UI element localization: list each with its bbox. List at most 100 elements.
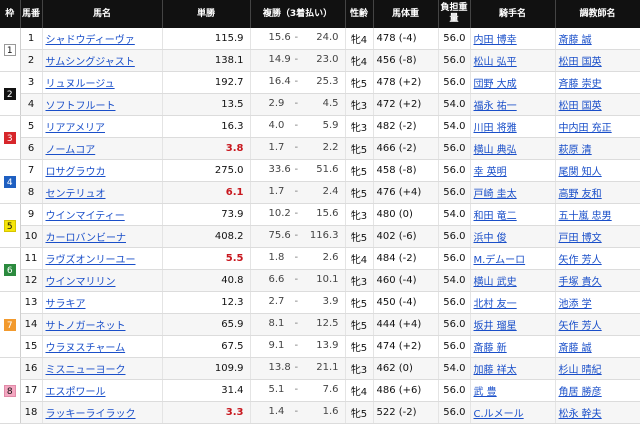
body-weight: 402 (-6) xyxy=(373,225,439,248)
horse-name-link[interactable]: ラヴズオンリーユー xyxy=(46,255,136,266)
jockey-link[interactable]: 武 豊 xyxy=(474,387,497,398)
body-weight: 466 (-2) xyxy=(373,137,439,160)
trainer-link[interactable]: 高野 友和 xyxy=(559,189,602,200)
jockey-link[interactable]: M.デムーロ xyxy=(474,255,526,266)
jockey-link[interactable]: 幸 英明 xyxy=(474,167,507,178)
horse-name-link[interactable]: ミスニューヨーク xyxy=(46,365,126,376)
waku-cell: 3 xyxy=(0,115,21,160)
place-odds: 75.6-116.3 xyxy=(250,225,346,248)
jockey-link[interactable]: 福永 祐一 xyxy=(474,101,517,112)
place-odds-separator: - xyxy=(294,98,299,109)
burden-weight: 56.0 xyxy=(438,225,471,248)
horse-number: 4 xyxy=(20,93,43,116)
trainer-link[interactable]: 松永 幹夫 xyxy=(559,409,602,420)
jockey-link[interactable]: 川田 将雅 xyxy=(474,123,517,134)
burden-weight: 56.0 xyxy=(438,379,471,402)
trainer-link[interactable]: 矢作 芳人 xyxy=(559,255,602,266)
header-win-odds: 単勝 xyxy=(162,0,251,28)
jockey-link[interactable]: 横山 武史 xyxy=(474,277,517,288)
trainer-link[interactable]: 五十嵐 忠男 xyxy=(559,211,612,222)
trainer-link[interactable]: 杉山 晴紀 xyxy=(559,365,602,376)
horse-number: 7 xyxy=(20,159,43,182)
jockey-link[interactable]: 北村 友一 xyxy=(474,299,517,310)
trainer-link[interactable]: 松田 国英 xyxy=(559,101,602,112)
horse-name-link[interactable]: サラキア xyxy=(46,299,86,310)
waku-cell: 6 xyxy=(0,247,21,292)
jockey-link[interactable]: 加藤 祥太 xyxy=(474,365,517,376)
header-horse-name: 馬名 xyxy=(42,0,163,28)
horse-name-link[interactable]: ソフトフルート xyxy=(46,101,116,112)
horse-number: 3 xyxy=(20,71,43,94)
sex-age: 牝5 xyxy=(345,159,374,182)
horse-name-link[interactable]: ロサグラウカ xyxy=(46,167,106,178)
jockey-link[interactable]: 斎藤 新 xyxy=(474,343,507,354)
jockey-link[interactable]: 和田 竜二 xyxy=(474,211,517,222)
trainer-link[interactable]: 斉藤 崇史 xyxy=(559,79,602,90)
horse-name-link[interactable]: エスポワール xyxy=(46,387,106,398)
win-odds: 31.4 xyxy=(162,379,251,402)
jockey-link[interactable]: 横山 典弘 xyxy=(474,145,517,156)
trainer-link[interactable]: 池添 学 xyxy=(559,299,592,310)
table-header-row: 枠 馬番 馬名 単勝 複勝（3着払い） 性齢 馬体重 負担重量 騎手名 調教師名 xyxy=(0,0,640,28)
jockey-link[interactable]: 浜中 俊 xyxy=(474,233,507,244)
horse-name-link[interactable]: ウインマイティー xyxy=(46,211,125,222)
jockey-link[interactable]: C.ルメール xyxy=(474,409,524,420)
jockey-link[interactable]: 松山 弘平 xyxy=(474,57,517,68)
win-odds: 67.5 xyxy=(162,335,251,358)
horse-name-link[interactable]: カーロバンビーナ xyxy=(46,233,127,244)
jockey-link[interactable]: 坂井 瑠星 xyxy=(474,321,517,332)
sex-age: 牝5 xyxy=(345,71,374,94)
trainer-link[interactable]: 手塚 貴久 xyxy=(559,277,602,288)
trainer-link[interactable]: 矢作 芳人 xyxy=(559,321,602,332)
trainer-link[interactable]: 戸田 博文 xyxy=(559,233,602,244)
place-odds-separator: - xyxy=(294,186,299,197)
horse-name-link[interactable]: サムシングジャスト xyxy=(46,57,135,68)
trainer-link[interactable]: 斎藤 誠 xyxy=(559,35,592,46)
trainer-link[interactable]: 尾関 知人 xyxy=(559,167,602,178)
horse-name-link[interactable]: ラッキーライラック xyxy=(46,409,136,420)
horse-name-link[interactable]: シャドウディーヴァ xyxy=(46,35,135,46)
body-weight: 472 (+2) xyxy=(373,93,439,116)
horse-name-link[interactable]: リュヌルージュ xyxy=(46,79,115,90)
jockey-link[interactable]: 内田 博幸 xyxy=(474,35,517,46)
trainer-link[interactable]: 萩原 清 xyxy=(559,145,592,156)
body-weight: 478 (+2) xyxy=(373,71,439,94)
horse-number: 5 xyxy=(20,115,43,138)
place-odds-high: 4.5 xyxy=(322,98,339,109)
horse-name-link[interactable]: ノームコア xyxy=(46,145,96,156)
trainer-link[interactable]: 松田 国英 xyxy=(559,57,602,68)
place-odds-high: 116.3 xyxy=(309,230,339,241)
body-weight: 522 (-2) xyxy=(373,401,439,424)
burden-weight: 56.0 xyxy=(438,137,471,160)
win-odds: 3.8 xyxy=(162,137,251,160)
place-odds-separator: - xyxy=(294,340,299,351)
sex-age: 牝5 xyxy=(345,401,374,424)
place-odds: 13.8- 21.1 xyxy=(250,357,346,380)
horse-number: 10 xyxy=(20,225,43,248)
waku-badge: 2 xyxy=(3,87,16,100)
place-odds-high: 12.5 xyxy=(316,318,339,329)
jockey-link[interactable]: 団野 大成 xyxy=(474,79,517,90)
horse-name-link[interactable]: センテリュオ xyxy=(46,189,106,200)
trainer-link[interactable]: 斎藤 誠 xyxy=(559,343,592,354)
waku-badge: 6 xyxy=(3,263,16,276)
jockey-link[interactable]: 戸崎 圭太 xyxy=(474,189,517,200)
waku-cell: 5 xyxy=(0,203,21,248)
horse-name-link[interactable]: ウラヌスチャーム xyxy=(46,343,126,354)
place-odds-low: 10.2 xyxy=(268,208,291,219)
sex-age: 牝3 xyxy=(345,93,374,116)
horse-name-link[interactable]: サトノガーネット xyxy=(46,321,126,332)
sex-age: 牝4 xyxy=(345,28,374,50)
body-weight: 458 (-8) xyxy=(373,159,439,182)
horse-name-link[interactable]: リアアメリア xyxy=(46,123,106,134)
sex-age: 牝5 xyxy=(345,181,374,204)
horse-name-link[interactable]: ウインマリリン xyxy=(46,277,116,288)
sex-age: 牝3 xyxy=(345,115,374,138)
trainer-link[interactable]: 角居 勝彦 xyxy=(559,387,602,398)
place-odds-separator: - xyxy=(294,230,299,241)
trainer-link[interactable]: 中内田 充正 xyxy=(559,123,612,134)
place-odds-separator: - xyxy=(294,164,299,175)
place-odds-high: 2.4 xyxy=(322,186,339,197)
header-number: 馬番 xyxy=(20,0,43,28)
table-row: 15 ウラヌスチャーム 67.5 9.1- 13.9 牝5 474 (+2) 56.0 斎藤 新… xyxy=(0,335,640,358)
